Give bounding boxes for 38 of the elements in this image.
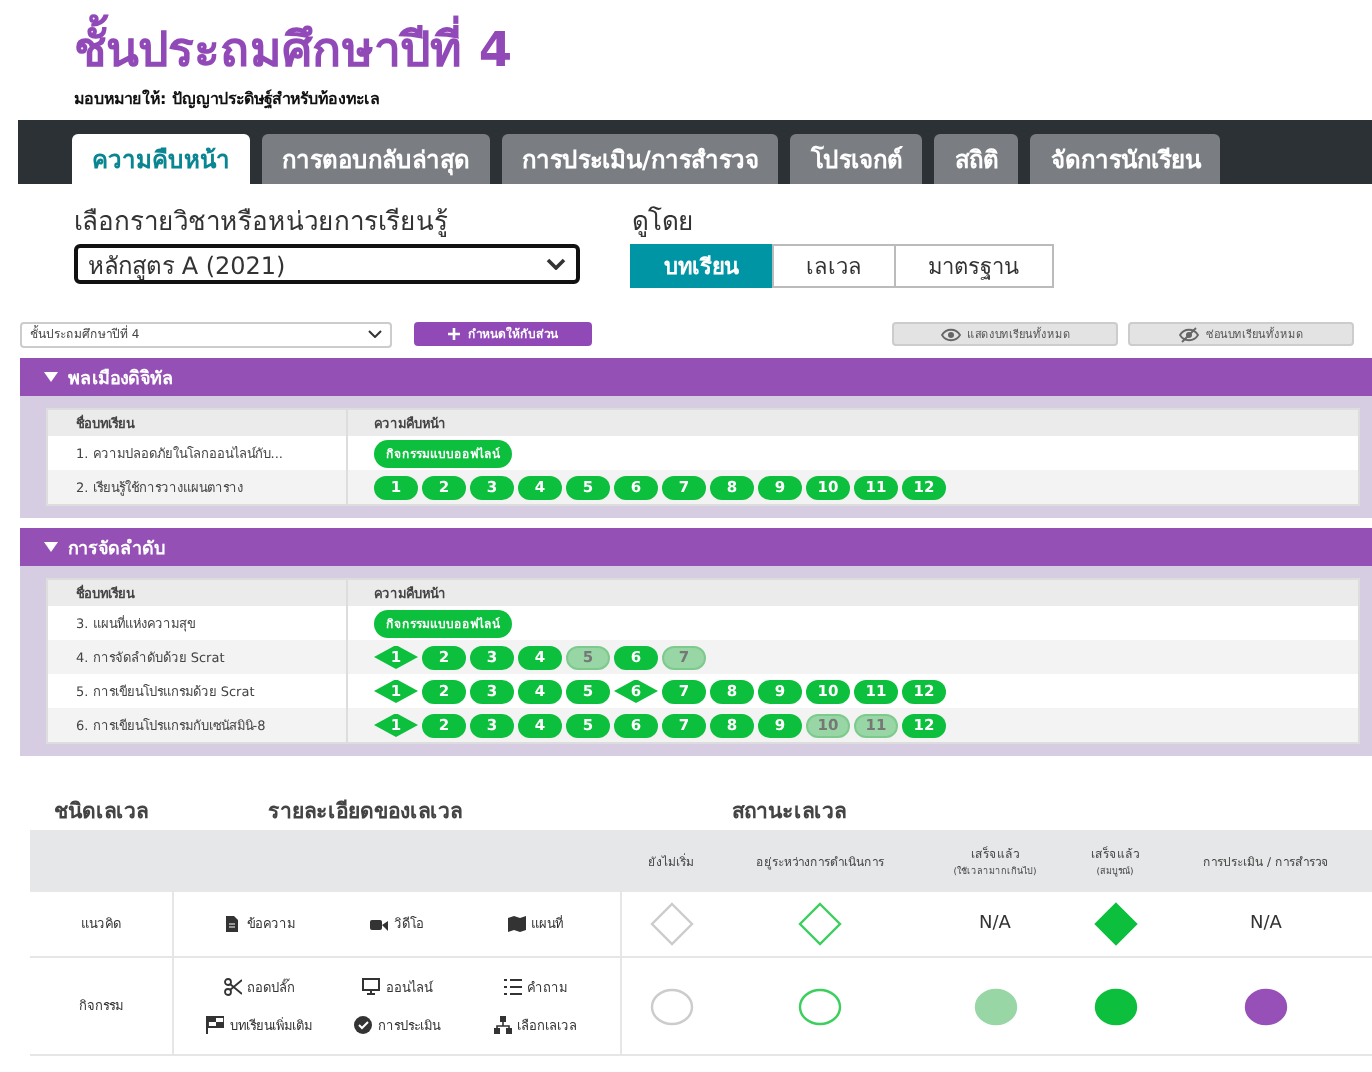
video-camera-icon — [370, 915, 388, 933]
not-applicable-text: N/A — [1250, 914, 1282, 934]
check-circle-icon — [354, 1016, 372, 1034]
course-select[interactable]: หลักสูตร A (2021) — [74, 244, 580, 284]
chevron-down-icon — [546, 258, 566, 270]
tab[interactable]: ความคืบหน้า — [72, 134, 250, 184]
tab[interactable]: จัดการนักเรียน — [1030, 134, 1221, 184]
eye-slash-icon — [1178, 325, 1200, 343]
view-option[interactable]: เลเวล — [772, 244, 896, 288]
scissors-icon — [223, 978, 241, 996]
section-title: การจัดลำดับ — [68, 536, 166, 561]
monitor-icon — [362, 978, 380, 996]
list-icon — [503, 978, 521, 996]
section-title: พลเมืองดิจิทัล — [68, 366, 174, 391]
plus-icon — [448, 328, 460, 340]
level-details-heading: รายละเอียดของเลเวล — [268, 797, 462, 827]
chevron-down-icon — [368, 330, 382, 338]
sitemap-icon — [493, 1016, 511, 1034]
caret-down-icon — [44, 372, 58, 382]
tab[interactable]: สถิติ — [934, 134, 1019, 184]
caret-down-icon — [44, 542, 58, 552]
tab[interactable]: โปรเจกต์ — [790, 134, 923, 184]
section-header[interactable]: พลเมืองดิจิทัล — [20, 358, 1372, 396]
assigned-to-text: มอบหมายให้: ปัญญาประดิษฐ์สำหรับท้องทะเล — [74, 88, 382, 110]
course-label: เลือกรายวิชาหรือหน่วยการเรียนรู้ — [74, 208, 450, 240]
level-status-heading: สถานะเลเวล — [732, 797, 846, 827]
view-option[interactable]: บทเรียน — [630, 244, 774, 288]
section-header[interactable]: การจัดลำดับ — [20, 528, 1372, 566]
tab[interactable]: การประเมิน/การสำรวจ — [502, 134, 779, 184]
flag-icon — [206, 1016, 224, 1034]
level-type-heading: ชนิดเลเวล — [54, 797, 148, 827]
document-icon — [223, 915, 241, 933]
not-applicable-text: N/A — [979, 914, 1011, 934]
tab[interactable]: การตอบกลับล่าสุด — [262, 134, 490, 184]
map-icon — [507, 915, 525, 933]
eye-icon — [939, 325, 961, 343]
view-by-label: ดูโดย — [632, 208, 696, 240]
view-option[interactable]: มาตรฐาน — [894, 244, 1054, 288]
